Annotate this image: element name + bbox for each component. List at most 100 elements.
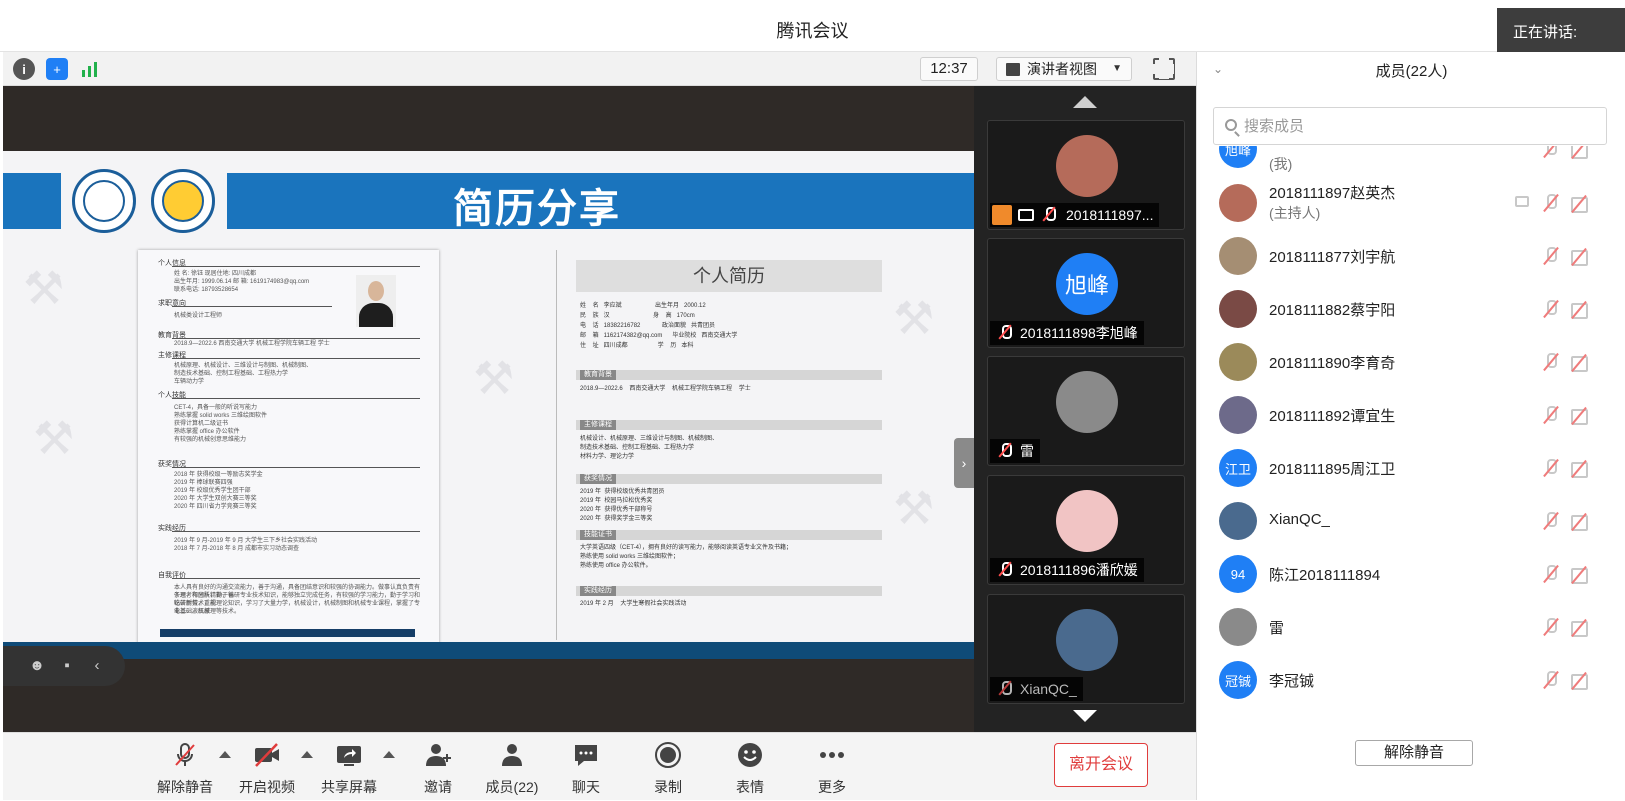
resume-text: 大学英语四级（CET-4），拥有良好的读写能力，能够阅读英语专业文件及书籍； (580, 545, 793, 551)
floating-toolbar: ☻ ▪ ‹ (3, 646, 125, 686)
resume-text: 熟练掌握 solid works 三维绘图软件 (174, 413, 268, 419)
info-icon[interactable]: i (13, 58, 35, 80)
member-row[interactable]: 2018111897赵英杰 (主持人) (1197, 176, 1625, 230)
reactions-button[interactable]: 表情 (710, 733, 790, 801)
school-seal-logo (151, 169, 215, 233)
member-row[interactable]: 冠铖 李冠铖 (1197, 653, 1625, 707)
camera-off-icon[interactable] (1571, 196, 1593, 213)
participant-tile[interactable]: 雷 (987, 356, 1185, 466)
resume-text: 机械原理、机械设计、三维设计与制图、机械制图、 (174, 363, 313, 369)
member-role: (我) (1269, 156, 1293, 172)
resume-text: 熟练使用 solid works 三维绘图软件； (580, 554, 680, 560)
mic-muted-icon[interactable] (1543, 512, 1559, 530)
mic-muted-icon (175, 743, 195, 766)
mic-muted-icon[interactable] (1543, 459, 1559, 477)
resume-text: 制造技术基础、控制工程基础、工程热力学 (174, 371, 289, 377)
member-row[interactable]: 旭峰 (我) (1197, 146, 1625, 176)
camera-off-icon[interactable] (1571, 146, 1593, 159)
avatar (1219, 290, 1257, 328)
member-search-input[interactable] (1244, 114, 1594, 138)
camera-off-icon[interactable] (1571, 408, 1593, 425)
mic-muted-icon[interactable] (1543, 406, 1559, 424)
member-row[interactable]: 94 陈江2018111894 (1197, 547, 1625, 601)
scroll-up-arrow-icon[interactable] (1073, 96, 1097, 108)
member-row[interactable]: 雷 (1197, 600, 1625, 654)
mic-muted-icon[interactable] (1543, 194, 1559, 212)
resume-text: 2018.9—2022.6 西南交通大学 机械工程学院车辆工程 学士 (580, 386, 751, 392)
participant-tile[interactable]: XianQC_ (987, 594, 1185, 704)
participant-tile[interactable]: 旭峰 2018111898李旭峰 (987, 238, 1185, 348)
camera-off-icon[interactable] (1571, 249, 1593, 266)
members-button[interactable]: 成员(22) (472, 733, 552, 801)
mic-muted-icon[interactable] (1543, 247, 1559, 265)
camera-off-icon[interactable] (1571, 620, 1593, 637)
resume-text: 2019 年 2 月 大学生寒假社会实践活动 (580, 601, 687, 607)
mic-muted-icon[interactable] (1543, 565, 1559, 583)
member-role: (主持人) (1269, 205, 1321, 221)
resume-right: 个人简历 姓 名 李应斌 出生年月 2000.12 民 族 汉 身 高 170c… (576, 260, 882, 620)
signal-strength-icon[interactable] (79, 58, 101, 80)
member-row[interactable]: XianQC_ (1197, 494, 1625, 548)
member-row[interactable]: 江卫 2018111895周江卫 (1197, 441, 1625, 495)
camera-off-icon[interactable] (1571, 302, 1593, 319)
resume-slide: ⚒ ⚒ ⚒ ⚒ ⚒ 简历分享 个人信息 姓 名: 徐钰 现居住地: 四川成都 出… (3, 151, 974, 659)
mic-muted-icon (998, 562, 1012, 576)
add-user-icon (426, 744, 451, 766)
camera-off-icon[interactable] (1571, 514, 1593, 531)
next-page-arrow-icon[interactable]: › (954, 438, 974, 488)
member-row[interactable]: 2018111890李育奇 (1197, 335, 1625, 389)
start-video-button[interactable]: 开启视频 (227, 733, 313, 801)
share-options-caret-icon[interactable] (383, 751, 395, 758)
member-search[interactable] (1213, 107, 1607, 145)
title-bar: 腾讯会议 正在讲话: (0, 0, 1625, 52)
member-row[interactable]: 2018111892谭宜生 (1197, 388, 1625, 442)
resume-section-bar: 获奖情况 (576, 474, 882, 484)
view-mode-select[interactable]: 演讲者视图 ▼ (996, 57, 1132, 81)
camera-off-icon[interactable] (1571, 355, 1593, 372)
emoji-icon[interactable]: ☻ (27, 657, 47, 675)
member-name: 李冠铖 (1269, 673, 1315, 690)
scroll-down-arrow-icon[interactable] (1073, 710, 1097, 722)
collapse-panel-icon[interactable]: ⌄ (1213, 62, 1223, 76)
resume-section-bar: 教育背景 (576, 370, 882, 380)
shared-screen: ⚒ ⚒ ⚒ ⚒ ⚒ 简历分享 个人信息 姓 名: 徐钰 现居住地: 四川成都 出… (3, 86, 974, 732)
security-shield-icon[interactable]: + (46, 58, 68, 80)
meeting-controls-bar: 解除静音 开启视频 共享屏幕 邀请 成员(22) 聊天 录制 表情 更多 离开会… (3, 732, 1196, 800)
mic-muted-icon[interactable] (1543, 618, 1559, 636)
record-icon (655, 742, 681, 768)
background-watermark: ⚒ (893, 481, 935, 535)
resume-text: 车辆动力学 (174, 379, 205, 385)
participant-strip: 2018111897... 旭峰 2018111898李旭峰 雷 2018111… (974, 86, 1196, 732)
unmute-button[interactable]: 解除静音 (145, 733, 231, 801)
participant-tile[interactable]: 2018111897... (987, 120, 1185, 230)
more-button[interactable]: 更多 (792, 733, 872, 801)
avatar (1219, 502, 1257, 540)
avatar (1219, 237, 1257, 275)
chat-bubble-icon[interactable]: ▪ (57, 657, 77, 675)
chevron-left-icon[interactable]: ‹ (87, 657, 107, 675)
speaking-indicator: 正在讲话: (1497, 8, 1625, 52)
leave-meeting-button[interactable]: 离开会议 (1054, 743, 1148, 787)
participant-name: 2018111897... (990, 203, 1160, 227)
member-row[interactable]: 2018111882蔡宇阳 (1197, 282, 1625, 336)
search-icon (1225, 119, 1237, 131)
camera-off-icon[interactable] (1571, 461, 1593, 478)
record-button[interactable]: 录制 (628, 733, 708, 801)
invite-button[interactable]: 邀请 (398, 733, 478, 801)
background-watermark: ⚒ (33, 411, 75, 465)
chat-button[interactable]: 聊天 (546, 733, 626, 801)
speaker-view-icon (1006, 63, 1020, 76)
member-name: 2018111895周江卫 (1269, 461, 1396, 478)
member-row[interactable]: 2018111877刘宇航 (1197, 229, 1625, 283)
camera-off-icon[interactable] (1571, 567, 1593, 584)
avatar (1056, 135, 1118, 197)
mic-muted-icon[interactable] (1543, 146, 1559, 158)
camera-off-icon[interactable] (1571, 673, 1593, 690)
mic-muted-icon[interactable] (1543, 353, 1559, 371)
fullscreen-icon[interactable] (1152, 57, 1175, 80)
participant-tile[interactable]: 2018111896潘欣媛 (987, 475, 1185, 585)
mic-muted-icon[interactable] (1543, 671, 1559, 689)
share-screen-button[interactable]: 共享屏幕 (309, 733, 395, 801)
mic-muted-icon[interactable] (1543, 300, 1559, 318)
unmute-all-button[interactable]: 解除静音 (1355, 740, 1473, 766)
